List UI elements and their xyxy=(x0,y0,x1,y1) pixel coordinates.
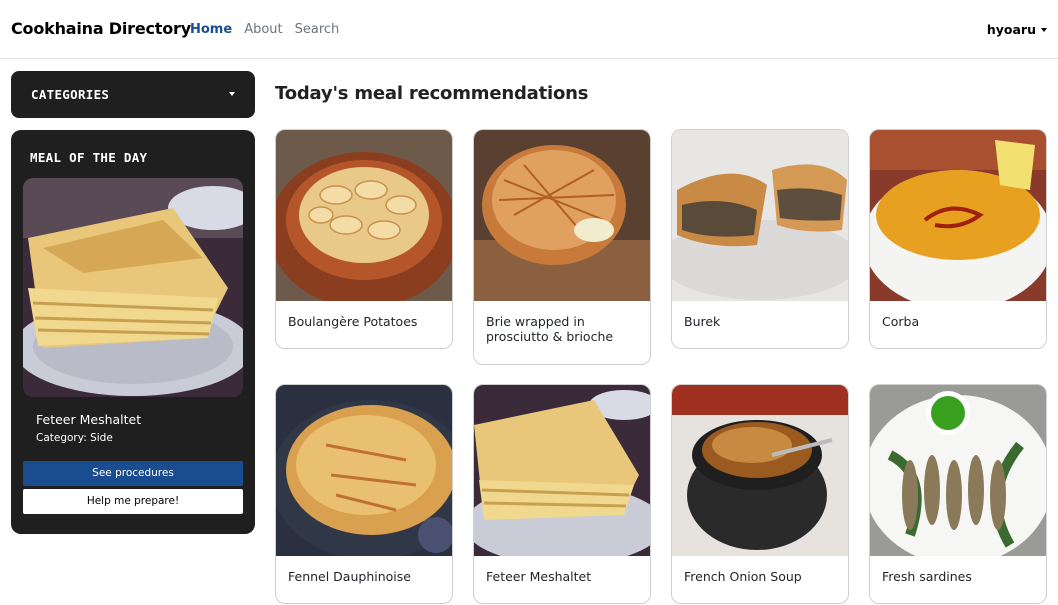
caret-down-icon xyxy=(1041,27,1047,32)
meal-image xyxy=(276,385,452,556)
meal-name: French Onion Soup xyxy=(684,569,802,584)
page-title: Today's meal recommendations xyxy=(275,83,589,104)
meal-image xyxy=(474,385,650,556)
meal-of-the-day-title: MEAL OF THE DAY xyxy=(30,150,148,165)
meal-card[interactable]: French Onion Soup xyxy=(671,384,849,604)
meal-of-the-day-card: MEAL OF THE DAY Feteer Meshaltet Categor… xyxy=(11,130,255,534)
meal-card[interactable]: Brie wrapped in prosciutto & brioche xyxy=(473,129,651,365)
meal-name: Feteer Meshaltet xyxy=(486,569,592,584)
meal-name: Fennel Dauphinoise xyxy=(288,569,411,584)
user-menu-dropdown[interactable]: hyoaru xyxy=(987,22,1047,37)
meal-of-the-day-category: Category: Side xyxy=(36,432,113,444)
meal-name: Corba xyxy=(882,314,920,329)
nav-about-link[interactable]: About xyxy=(244,22,282,37)
meal-card[interactable]: Fresh sardines xyxy=(869,384,1047,604)
meal-name: Burek xyxy=(684,314,721,329)
meal-name: Fresh sardines xyxy=(882,569,972,584)
meal-of-the-day-image xyxy=(23,178,243,397)
meal-card[interactable]: Boulangère Potatoes xyxy=(275,129,453,349)
categories-label: CATEGORIES xyxy=(31,87,110,102)
meal-image xyxy=(474,130,650,301)
meal-image xyxy=(870,385,1046,556)
username: hyoaru xyxy=(986,22,1036,37)
navbar: Cookhaina Directory Home About Search hy… xyxy=(0,0,1058,59)
categories-dropdown[interactable]: CATEGORIES xyxy=(11,71,255,118)
meal-image xyxy=(672,130,848,301)
meal-name: Brie wrapped in prosciutto & brioche xyxy=(486,314,614,344)
see-procedures-button[interactable]: See procedures xyxy=(23,461,243,486)
meal-card[interactable]: Burek xyxy=(671,129,849,349)
brand-title[interactable]: Cookhaina Directory xyxy=(11,19,191,38)
nav-links: Home About Search xyxy=(190,22,351,37)
meal-image xyxy=(870,130,1046,301)
meal-card[interactable]: Fennel Dauphinoise xyxy=(275,384,453,604)
meal-name: Boulangère Potatoes xyxy=(288,314,418,329)
meal-image xyxy=(276,130,452,301)
nav-home-link[interactable]: Home xyxy=(190,22,232,37)
meal-card[interactable]: Corba xyxy=(869,129,1047,349)
meal-card[interactable]: Feteer Meshaltet xyxy=(473,384,651,604)
meal-of-the-day-name: Feteer Meshaltet xyxy=(36,412,142,427)
nav-search-link[interactable]: Search xyxy=(295,22,340,37)
meal-image xyxy=(672,385,848,556)
caret-down-icon xyxy=(229,92,235,96)
help-me-prepare-button[interactable]: Help me prepare! xyxy=(23,489,243,514)
